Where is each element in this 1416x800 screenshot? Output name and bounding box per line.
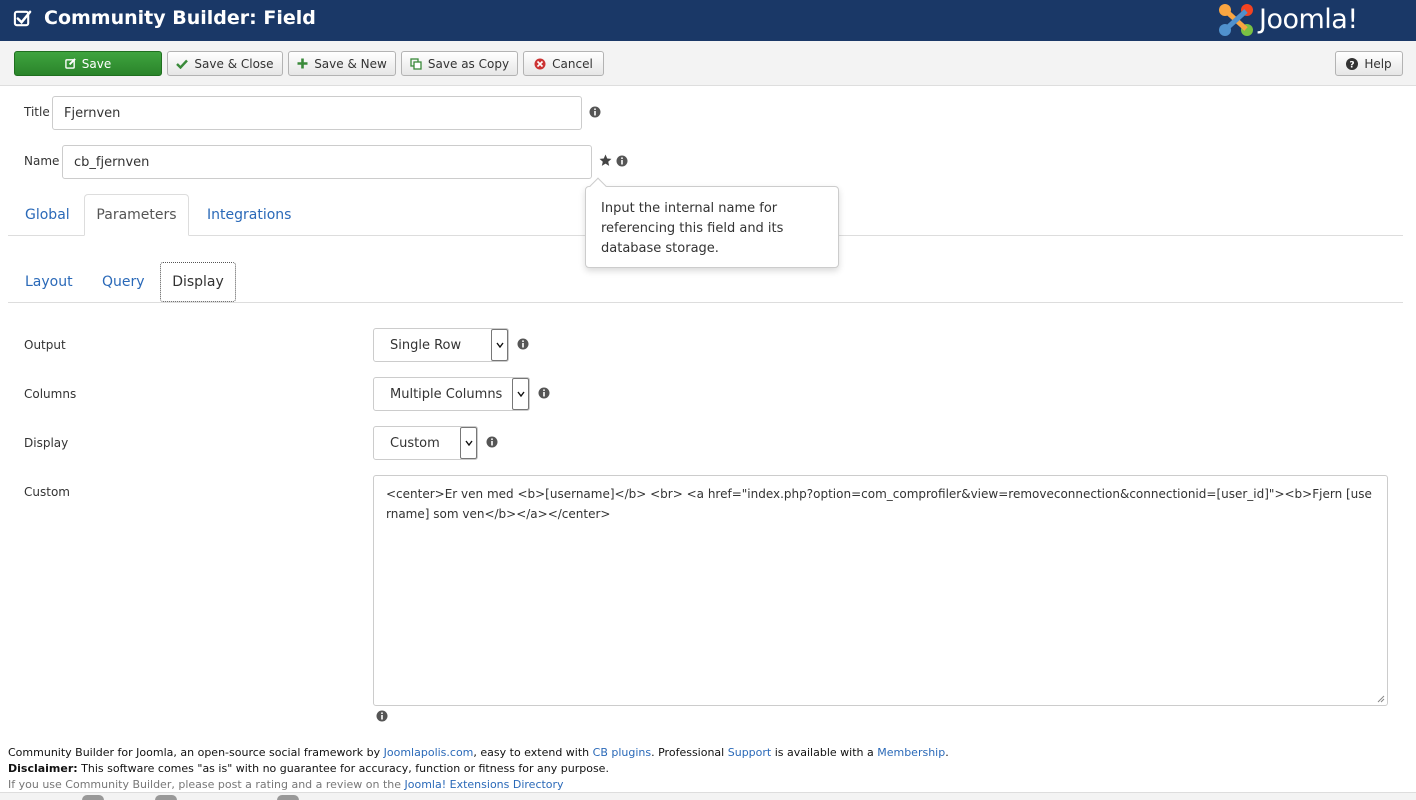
- save-button-label: Save: [81, 56, 112, 71]
- save-copy-label: Save as Copy: [427, 56, 510, 71]
- help-label: Help: [1364, 56, 1392, 71]
- tab-layout[interactable]: Layout: [25, 274, 73, 290]
- chevron-down-icon: [491, 329, 508, 361]
- tab-query[interactable]: Query: [102, 274, 145, 290]
- status-badge: [155, 795, 177, 800]
- info-icon[interactable]: [376, 710, 388, 722]
- cancel-label: Cancel: [552, 56, 593, 71]
- plus-icon: [297, 58, 308, 69]
- support-link[interactable]: Support: [728, 746, 771, 759]
- toolbar: Save Save & Close Save & New Save as Cop…: [0, 41, 1416, 86]
- tab-integrations[interactable]: Integrations: [207, 207, 291, 223]
- joomla-logo-icon: [1219, 4, 1253, 36]
- save-new-label: Save & New: [314, 56, 387, 71]
- status-badge: [277, 795, 299, 800]
- save-close-button[interactable]: Save & Close: [167, 51, 283, 76]
- display-select-value: Custom: [390, 435, 440, 451]
- save-copy-button[interactable]: Save as Copy: [401, 51, 518, 76]
- disclaimer-text: This software comes "as is" with no guar…: [77, 762, 609, 775]
- star-icon: [599, 154, 612, 166]
- columns-select[interactable]: Multiple Columns: [373, 377, 530, 411]
- save-button[interactable]: Save: [14, 51, 162, 76]
- title-label: Title: [24, 105, 50, 119]
- copy-icon: [410, 57, 422, 70]
- output-select-value: Single Row: [390, 337, 462, 353]
- display-label: Display: [24, 436, 69, 450]
- page-title: Community Builder: Field: [44, 7, 316, 29]
- footer-text: . Professional: [651, 746, 728, 759]
- tooltip-arrow: [589, 177, 607, 195]
- tab-parameters[interactable]: Parameters: [84, 194, 189, 236]
- jed-link[interactable]: Joomla! Extensions Directory: [405, 778, 564, 791]
- cancel-button[interactable]: Cancel: [523, 51, 604, 76]
- info-icon[interactable]: [589, 106, 601, 118]
- columns-label: Columns: [24, 387, 77, 401]
- checkbox-edit-icon: [13, 10, 32, 27]
- custom-textarea[interactable]: <center>Er ven med <b>[username]</b> <br…: [373, 475, 1388, 706]
- chevron-down-icon: [512, 378, 529, 410]
- save-new-button[interactable]: Save & New: [288, 51, 396, 76]
- svg-text:?: ?: [1350, 60, 1355, 70]
- info-icon[interactable]: [616, 155, 628, 167]
- help-button[interactable]: ? Help: [1335, 51, 1403, 76]
- footer-text: Community Builder for Joomla, an open-so…: [8, 746, 384, 759]
- tab-display[interactable]: Display: [160, 262, 236, 302]
- info-icon[interactable]: [517, 338, 529, 350]
- custom-label: Custom: [24, 485, 70, 499]
- disclaimer-label: Disclaimer:: [8, 762, 78, 775]
- review-text: If you use Community Builder, please pos…: [8, 778, 405, 791]
- footer-line-2: Disclaimer: This software comes "as is" …: [8, 762, 609, 775]
- resize-grip-icon[interactable]: [1377, 695, 1385, 703]
- app-header: Community Builder: Field Joomla!: [0, 0, 1416, 41]
- sub-tabs-divider: [8, 302, 1403, 303]
- footer-text: , easy to extend with: [473, 746, 593, 759]
- cancel-icon: [534, 58, 546, 69]
- cb-plugins-link[interactable]: CB plugins: [593, 746, 651, 759]
- save-close-label: Save & Close: [194, 56, 274, 71]
- footer-text: .: [945, 746, 949, 759]
- tooltip-text: Input the internal name for referencing …: [601, 201, 784, 256]
- check-icon: [176, 59, 189, 69]
- output-label: Output: [24, 338, 66, 352]
- tab-global[interactable]: Global: [25, 207, 70, 223]
- joomlapolis-link[interactable]: Joomlapolis.com: [384, 746, 474, 759]
- footer-text: is available with a: [771, 746, 878, 759]
- edit-icon: [64, 58, 76, 69]
- info-icon[interactable]: [538, 387, 550, 399]
- status-bar: [0, 792, 1416, 800]
- name-tooltip: Input the internal name for referencing …: [585, 177, 839, 268]
- output-select[interactable]: Single Row: [373, 328, 509, 362]
- membership-link[interactable]: Membership: [877, 746, 945, 759]
- question-icon: ?: [1346, 57, 1359, 70]
- chevron-down-icon: [460, 427, 477, 459]
- joomla-logo-text: Joomla!: [1259, 4, 1358, 35]
- info-icon[interactable]: [486, 436, 498, 448]
- display-select[interactable]: Custom: [373, 426, 478, 460]
- name-label: Name: [24, 154, 60, 168]
- footer-line-1: Community Builder for Joomla, an open-so…: [8, 746, 949, 759]
- custom-textarea-value: <center>Er ven med <b>[username]</b> <br…: [386, 487, 1372, 521]
- footer-line-3: If you use Community Builder, please pos…: [8, 778, 564, 791]
- columns-select-value: Multiple Columns: [390, 386, 503, 402]
- title-input[interactable]: Fjernven: [52, 96, 582, 130]
- name-input[interactable]: cb_fjernven: [62, 145, 592, 179]
- status-badge: [82, 795, 104, 800]
